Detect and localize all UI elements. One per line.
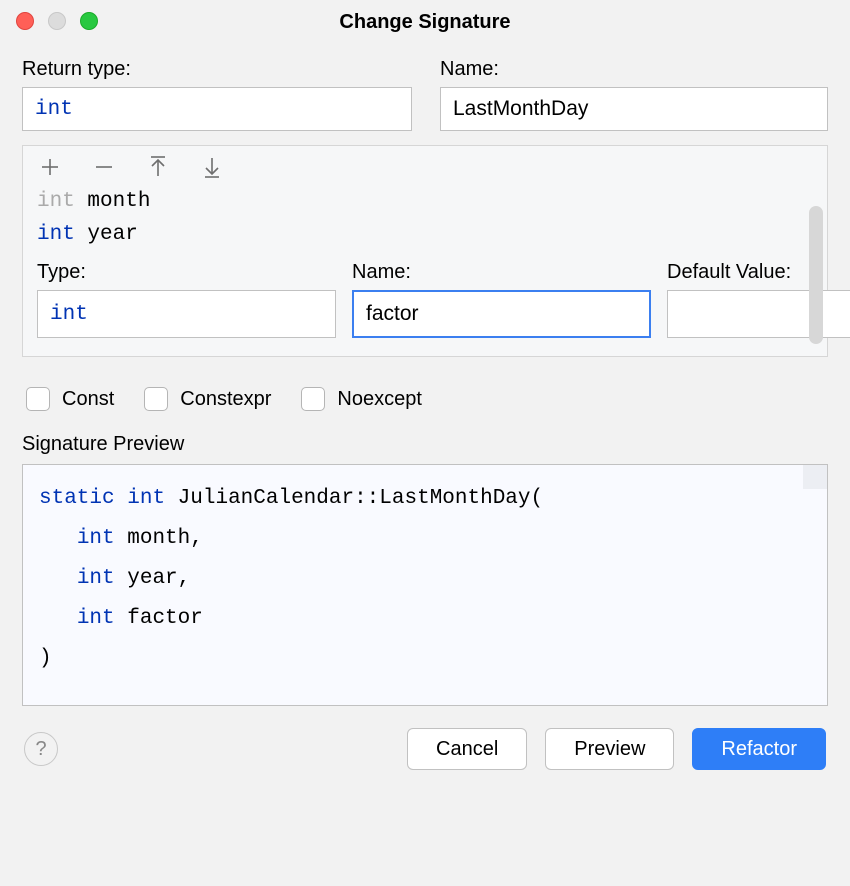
plus-icon[interactable]: [39, 156, 61, 178]
const-checkbox[interactable]: Const: [26, 387, 114, 411]
param-type-input[interactable]: [37, 290, 336, 338]
constexpr-label: Constexpr: [180, 388, 271, 411]
window-zoom-button[interactable]: [80, 12, 98, 30]
arrow-down-icon[interactable]: [201, 156, 223, 178]
param-type-label: Type:: [37, 261, 336, 284]
window-title: Change Signature: [339, 11, 510, 34]
refactor-button[interactable]: Refactor: [692, 728, 826, 770]
minus-icon[interactable]: [93, 156, 115, 178]
param-name-input[interactable]: [352, 290, 651, 338]
param-row-month[interactable]: int month: [37, 186, 811, 219]
noexcept-label: Noexcept: [337, 388, 422, 411]
name-label: Name:: [440, 58, 828, 81]
noexcept-checkbox[interactable]: Noexcept: [301, 387, 422, 411]
return-type-input[interactable]: [22, 87, 412, 131]
signature-preview-label: Signature Preview: [22, 433, 828, 456]
window-close-button[interactable]: [16, 12, 34, 30]
constexpr-checkbox[interactable]: Constexpr: [144, 387, 271, 411]
preview-scroll-corner: [803, 465, 827, 489]
param-scrollbar[interactable]: [809, 206, 823, 344]
param-row-year[interactable]: int year: [37, 219, 811, 252]
help-button[interactable]: ?: [24, 732, 58, 766]
arrow-up-icon[interactable]: [147, 156, 169, 178]
param-name-label: Name:: [352, 261, 651, 284]
signature-preview: static int JulianCalendar::LastMonthDay(…: [22, 464, 828, 706]
preview-button[interactable]: Preview: [545, 728, 674, 770]
name-input[interactable]: [440, 87, 828, 131]
return-type-label: Return type:: [22, 58, 412, 81]
const-label: Const: [62, 388, 114, 411]
window-minimize-button[interactable]: [48, 12, 66, 30]
cancel-button[interactable]: Cancel: [407, 728, 527, 770]
